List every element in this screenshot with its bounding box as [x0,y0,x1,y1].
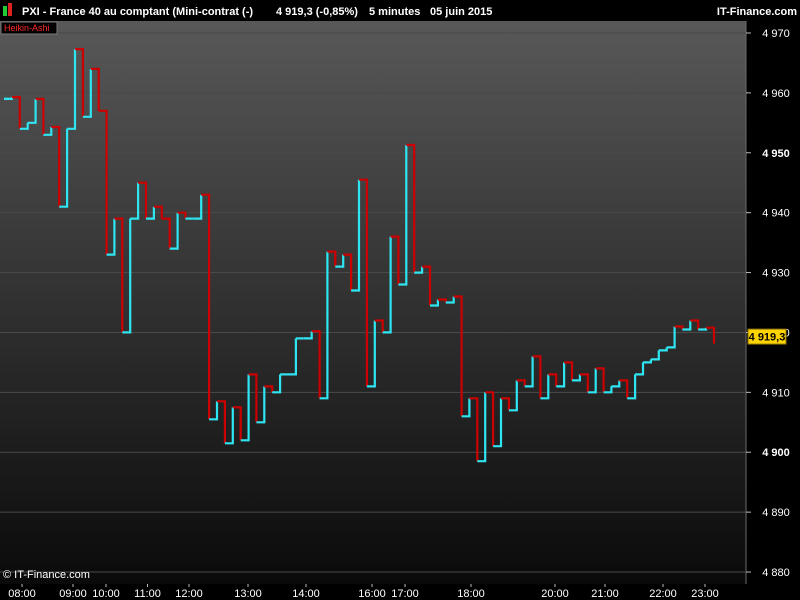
chart: PXI - France 40 au comptant (Mini-contra… [0,0,800,600]
x-tick-label: 20:00 [541,588,569,600]
chart-svg: PXI - France 40 au comptant (Mini-contra… [0,0,800,600]
x-tick-label: 14:00 [292,588,320,600]
copyright-label: © IT-Finance.com [3,569,90,581]
last-price-label: 4 919,3 [749,332,786,344]
y-tick-label: 4 880 [762,567,790,579]
x-tick-label: 12:00 [175,588,203,600]
y-tick-label: 4 960 [762,88,790,100]
header-brand: IT-Finance.com [717,6,797,18]
y-tick-label: 4 890 [762,507,790,519]
x-tick-label: 08:00 [8,588,36,600]
y-tick-label: 4 910 [762,387,790,399]
x-tick-label: 16:00 [358,588,386,600]
plot-area [0,21,746,584]
x-tick-label: 21:00 [591,588,619,600]
y-tick-label: 4 950 [762,148,790,160]
header-interval: 5 minutes [369,6,420,18]
x-tick-label: 09:00 [59,588,87,600]
y-tick-label: 4 970 [762,28,790,40]
y-tick-label: 4 930 [762,268,790,280]
header-title: PXI - France 40 au comptant (Mini-contra… [22,6,253,18]
x-tick-label: 18:00 [457,588,485,600]
x-tick-label: 23:00 [691,588,719,600]
x-tick-label: 13:00 [234,588,262,600]
y-tick-label: 4 900 [762,447,790,459]
x-tick-label: 10:00 [92,588,120,600]
legend-label: Heikin-Ashi [4,23,50,33]
x-tick-label: 11:00 [134,588,161,600]
x-tick-label: 22:00 [649,588,677,600]
y-tick-label: 4 940 [762,208,790,220]
header-quote: 4 919,3 (-0,85%) [276,6,358,18]
x-tick-label: 17:00 [391,588,419,600]
last-price-tag: 4 919,3 [747,328,787,345]
y-axis-area [746,21,800,584]
header-date: 05 juin 2015 [430,6,492,18]
